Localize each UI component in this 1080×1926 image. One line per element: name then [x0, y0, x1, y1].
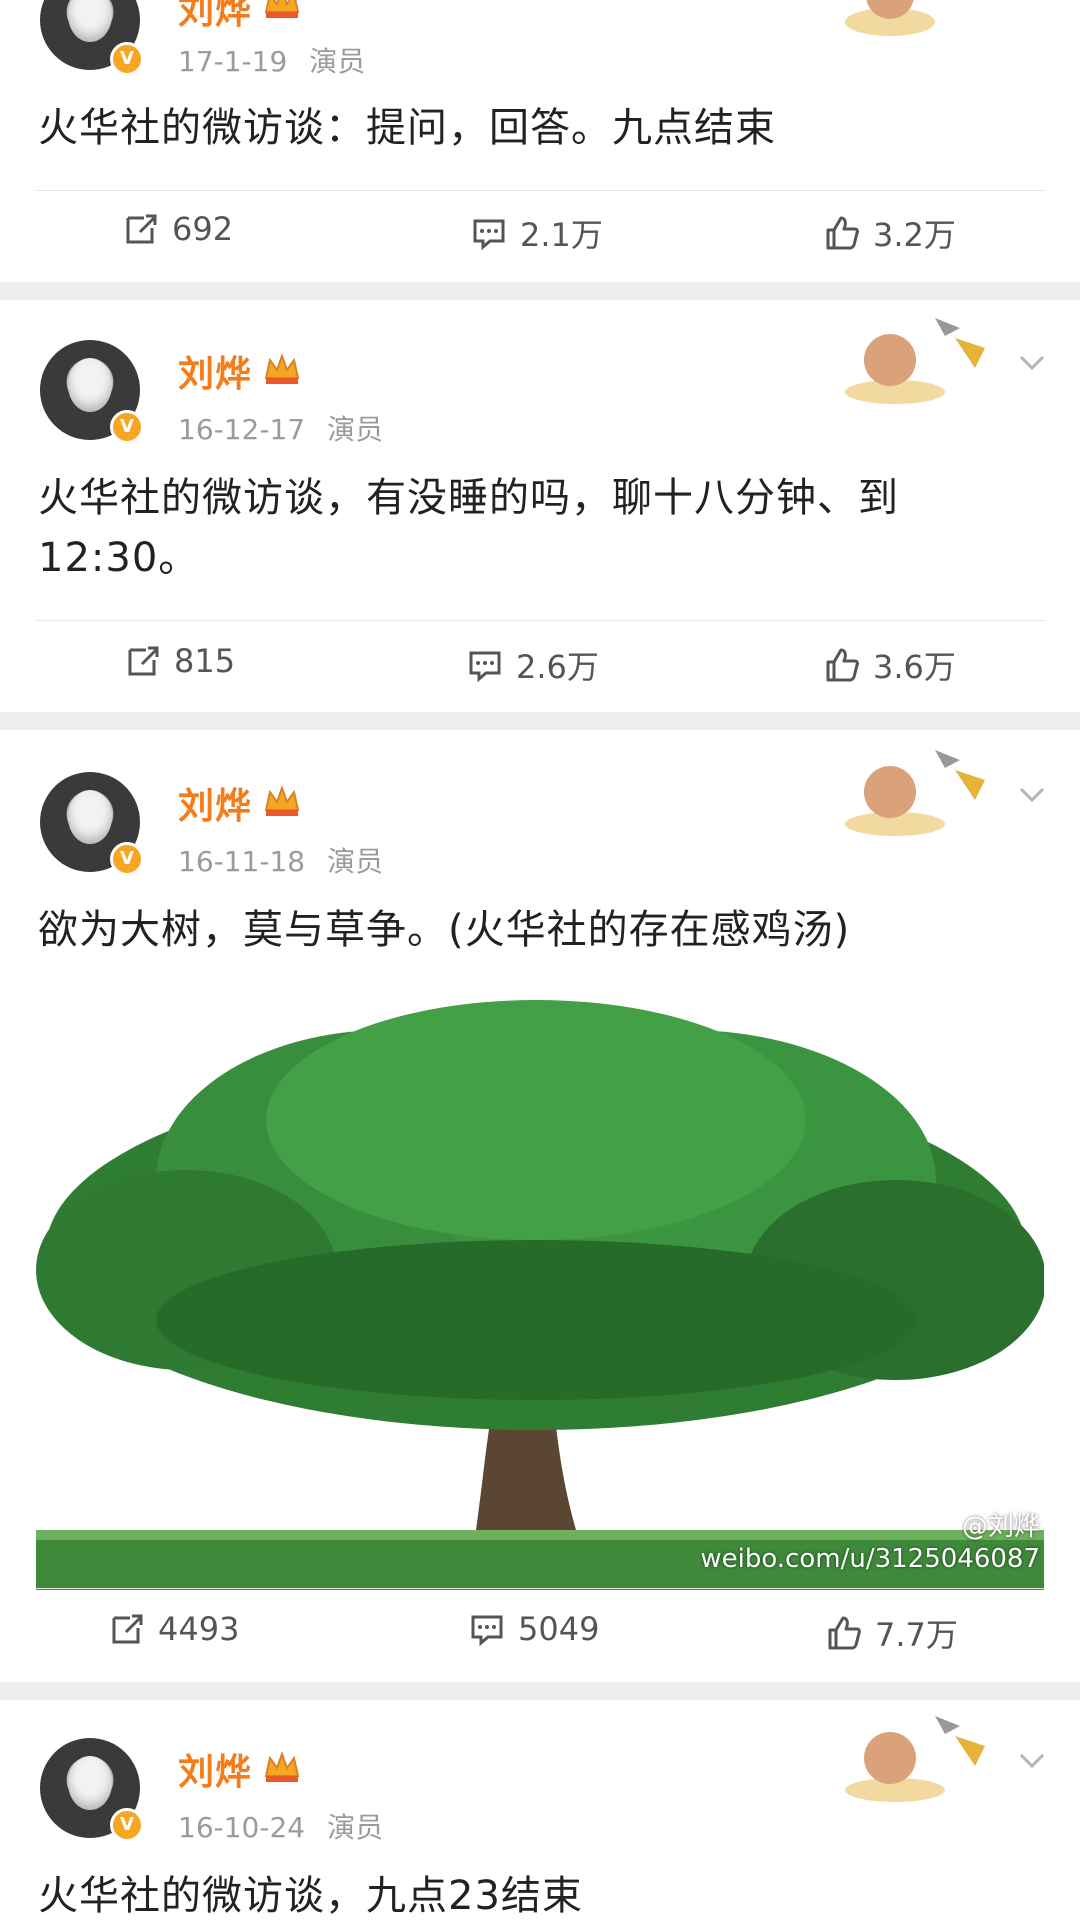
- like-count: 7.7万: [875, 1616, 958, 1654]
- card-decoration-icon: [845, 0, 935, 36]
- like-icon: [828, 1616, 861, 1650]
- post-date: 16-10-24: [178, 1811, 306, 1844]
- verified-badge-icon: V: [110, 410, 144, 444]
- post-meta: 16-10-24 演员: [178, 1806, 383, 1846]
- comment-button[interactable]: 2.1万: [470, 210, 603, 256]
- chevron-down-icon[interactable]: [1018, 780, 1046, 808]
- like-icon: [826, 216, 859, 250]
- post-tag: 演员: [327, 1811, 384, 1844]
- verified-badge-icon: V: [110, 842, 144, 876]
- post-tag: 演员: [327, 845, 384, 878]
- post-image[interactable]: @刘烨 weibo.com/u/3125046087: [36, 990, 1044, 1590]
- username[interactable]: 刘烨: [178, 1743, 252, 1795]
- username[interactable]: 刘烨: [178, 345, 252, 397]
- tree-image: [36, 1000, 1044, 1590]
- post-date: 17-1-19: [178, 45, 288, 78]
- comment-button[interactable]: 5049: [468, 1610, 599, 1648]
- repost-button[interactable]: 692: [122, 210, 233, 248]
- repost-button[interactable]: 815: [124, 642, 235, 680]
- card-decoration-icon: [845, 750, 985, 836]
- divider: [36, 190, 1046, 191]
- repost-icon: [128, 646, 159, 676]
- comment-icon: [473, 219, 505, 251]
- chevron-down-icon[interactable]: [1018, 1746, 1046, 1774]
- divider: [36, 1588, 1046, 1589]
- like-count: 3.6万: [873, 648, 956, 686]
- crown-icon: [264, 0, 300, 18]
- post-tag: 演员: [327, 413, 384, 446]
- post-separator: [0, 712, 1080, 730]
- repost-icon: [112, 1614, 143, 1644]
- like-icon: [826, 648, 859, 682]
- post-meta: 16-11-18 演员: [178, 840, 383, 880]
- crown-icon: [264, 1751, 300, 1782]
- verified-badge-icon: V: [110, 1808, 144, 1842]
- post-card: V 刘烨 16-12-17 演员 火华社的微访谈，有没睡的吗，聊十八分钟、到 12…: [0, 300, 1080, 712]
- comment-count: 5049: [518, 1610, 600, 1648]
- post-card: V 刘烨 17-1-19 演员 火华社的微访谈：提问，回答。九点结束 692 2.…: [0, 0, 1080, 282]
- post-card: V 刘烨 16-11-18 演员 欲为大树，莫与草争。(火华社的存在感鸡汤) @刘…: [0, 730, 1080, 1682]
- post-separator: [0, 282, 1080, 300]
- like-count: 3.2万: [873, 216, 956, 254]
- post-text: 火华社的微访谈，九点23结束: [38, 1873, 583, 1919]
- image-watermark-user: @刘烨: [961, 1512, 1040, 1542]
- repost-count: 4493: [158, 1610, 240, 1648]
- repost-count: 692: [172, 210, 234, 248]
- repost-icon: [126, 214, 157, 244]
- post-text: 火华社的微访谈，有没睡的吗，聊十八分钟、到 12:30。: [38, 475, 899, 581]
- username[interactable]: 刘烨: [178, 777, 252, 829]
- like-button[interactable]: 7.7万: [825, 1610, 958, 1656]
- comment-button[interactable]: 2.6万: [466, 642, 599, 688]
- chevron-down-icon[interactable]: [1018, 348, 1046, 376]
- post-text: 火华社的微访谈：提问，回答。九点结束: [38, 105, 776, 151]
- divider: [36, 620, 1046, 621]
- verified-badge-icon: V: [110, 42, 144, 76]
- post-date: 16-12-17: [178, 413, 306, 446]
- repost-count: 815: [174, 642, 236, 680]
- comment-icon: [471, 1615, 503, 1647]
- post-separator: [0, 1682, 1080, 1700]
- post-meta: 16-12-17 演员: [178, 408, 383, 448]
- like-button[interactable]: 3.6万: [823, 642, 956, 688]
- post-tag: 演员: [309, 45, 366, 78]
- comment-count: 2.6万: [516, 648, 599, 686]
- image-watermark-url: weibo.com/u/3125046087: [700, 1544, 1040, 1574]
- post-text: 欲为大树，莫与草争。(火华社的存在感鸡汤): [38, 907, 851, 953]
- crown-icon: [264, 785, 300, 816]
- like-button[interactable]: 3.2万: [823, 210, 956, 256]
- comment-count: 2.1万: [520, 216, 603, 254]
- card-decoration-icon: [845, 318, 985, 404]
- crown-icon: [264, 353, 300, 384]
- post-date: 16-11-18: [178, 845, 306, 878]
- post-card: V 刘烨 16-10-24 演员 火华社的微访谈，九点23结束: [0, 1700, 1080, 1919]
- comment-icon: [469, 651, 501, 683]
- repost-button[interactable]: 4493: [108, 1610, 239, 1648]
- username[interactable]: 刘烨: [178, 0, 252, 34]
- card-decoration-icon: [845, 1716, 985, 1802]
- post-meta: 17-1-19 演员: [178, 40, 365, 80]
